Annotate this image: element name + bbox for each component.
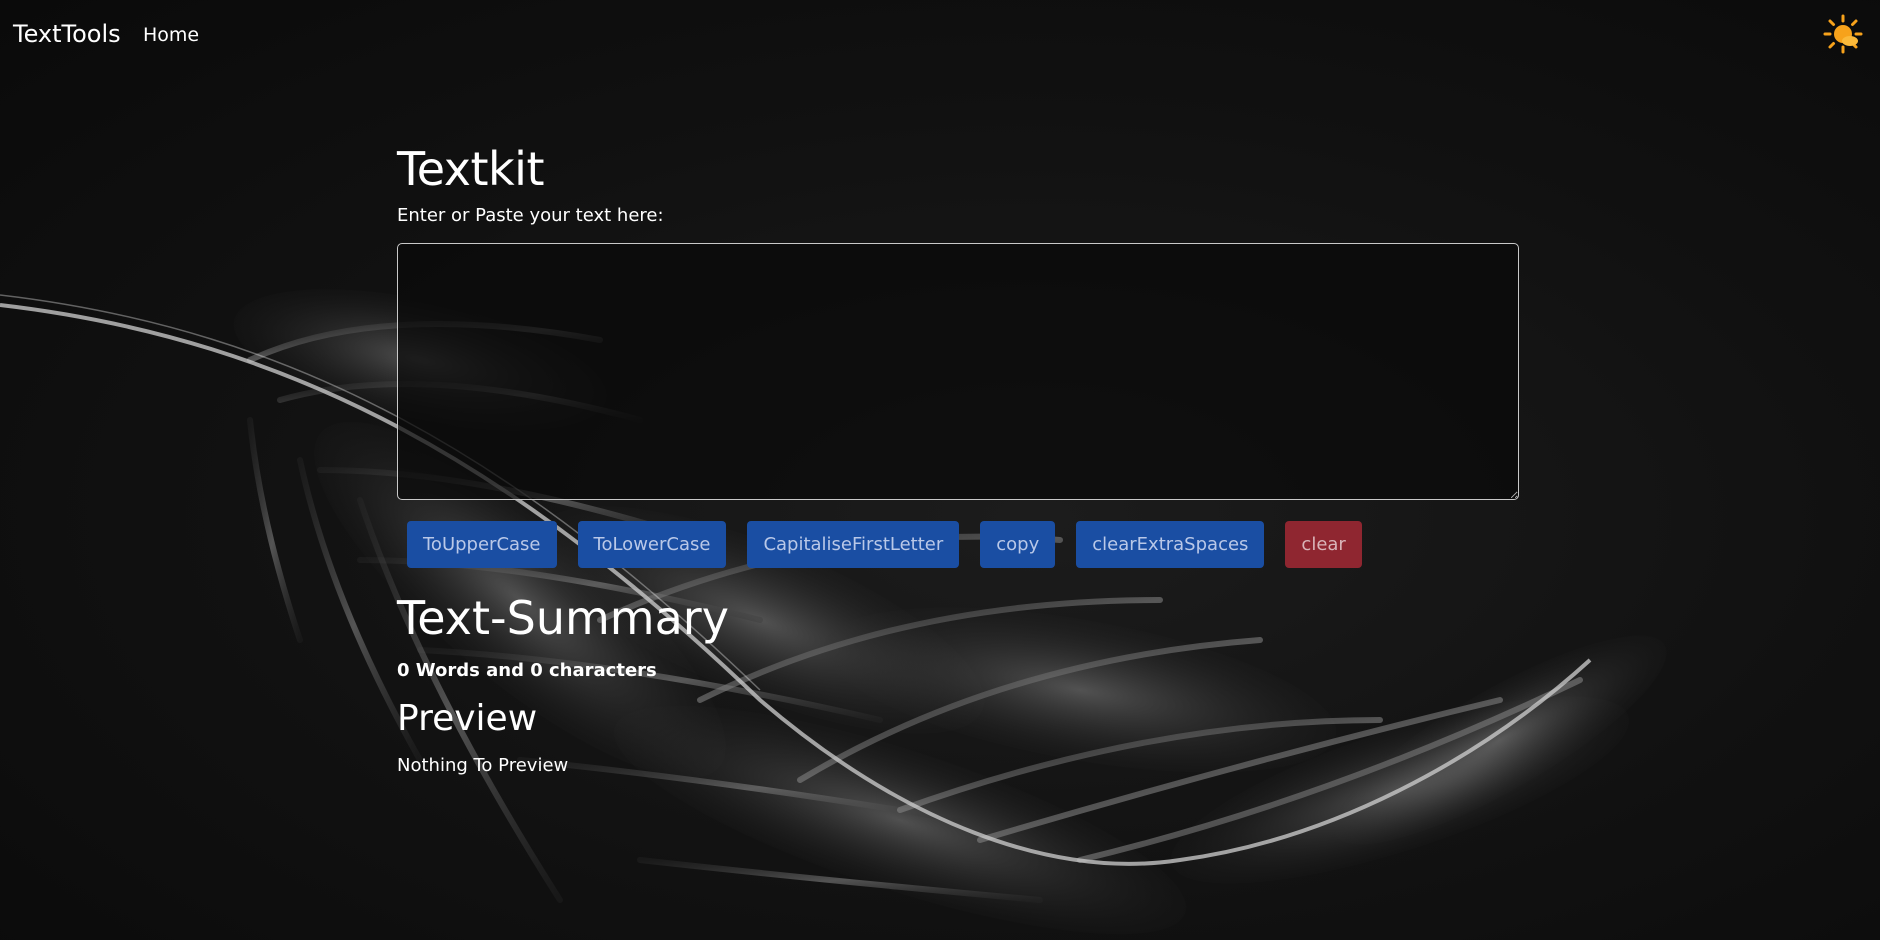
main-content: Textkit Enter or Paste your text here: T… bbox=[397, 135, 1521, 778]
theme-toggle-button[interactable] bbox=[1822, 13, 1864, 55]
word-char-count: 0 Words and 0 characters bbox=[397, 660, 657, 681]
text-input-area[interactable] bbox=[397, 243, 1519, 500]
copy-button[interactable]: copy bbox=[980, 521, 1056, 568]
action-button-row: ToUpperCase ToLowerCase CapitaliseFirstL… bbox=[397, 521, 1521, 568]
uppercase-button[interactable]: ToUpperCase bbox=[407, 521, 557, 568]
page-title: Textkit bbox=[397, 142, 545, 196]
brand-link[interactable]: TextTools bbox=[13, 20, 121, 48]
preview-text: Nothing To Preview bbox=[397, 755, 569, 776]
summary-title: Text-Summary bbox=[397, 591, 729, 645]
clear-extra-spaces-button[interactable]: clearExtraSpaces bbox=[1076, 521, 1265, 568]
navbar: TextTools Home bbox=[0, 0, 1880, 72]
sun-icon bbox=[1823, 14, 1863, 54]
clear-button[interactable]: clear bbox=[1285, 521, 1362, 568]
lowercase-button[interactable]: ToLowerCase bbox=[577, 521, 727, 568]
nav-link-home[interactable]: Home bbox=[143, 24, 199, 46]
capitalise-first-letter-button[interactable]: CapitaliseFirstLetter bbox=[747, 521, 960, 568]
preview-title: Preview bbox=[397, 698, 538, 739]
text-input-label: Enter or Paste your text here: bbox=[397, 205, 664, 226]
